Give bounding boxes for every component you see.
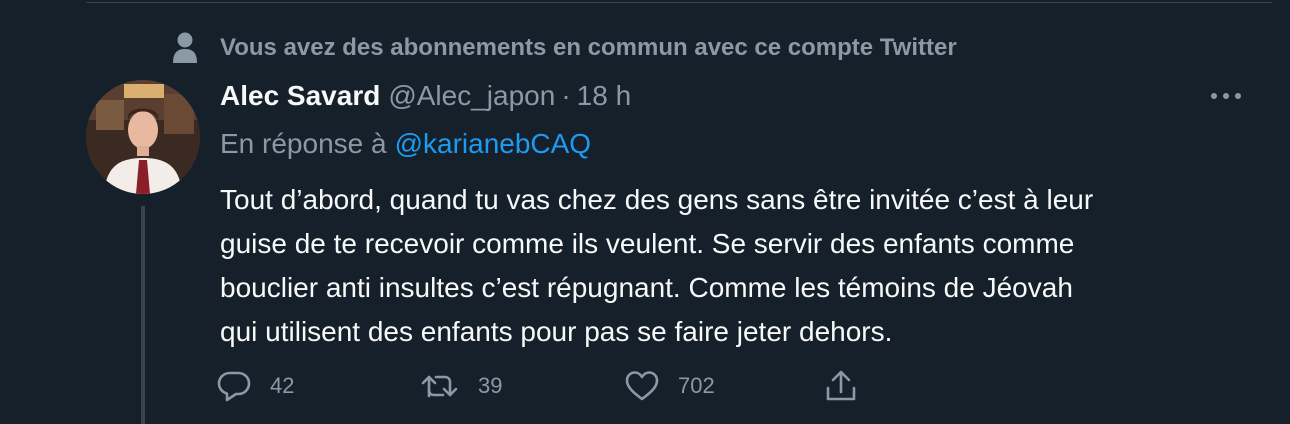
- share-button[interactable]: [824, 364, 858, 408]
- tweet-header: Alec Savard @Alec_japon · 18 h: [220, 76, 631, 116]
- reply-count: 42: [270, 373, 295, 398]
- reply-button[interactable]: 42: [216, 364, 294, 408]
- tweet-text-line: qui utilisent des enfants pour pas se fa…: [220, 316, 893, 347]
- thread-line: [141, 206, 145, 424]
- retweet-button[interactable]: 39: [420, 364, 502, 408]
- reply-icon: [217, 371, 251, 402]
- tweet-text: Tout d’abord, quand tu vas chez des gens…: [220, 178, 1250, 354]
- tweet-text-line: bouclier anti insultes c’est répugnant. …: [220, 272, 1073, 303]
- more-options-button[interactable]: [1206, 80, 1246, 112]
- separator-dot: ·: [561, 80, 571, 111]
- heart-icon: [625, 371, 659, 401]
- like-button[interactable]: 702: [624, 364, 715, 408]
- divider: [86, 2, 1272, 3]
- reply-mention-link[interactable]: @karianebCAQ: [395, 128, 592, 160]
- retweet-count: 39: [478, 373, 503, 398]
- author-handle[interactable]: @Alec_japon: [388, 80, 555, 112]
- social-context-text: Vous avez des abonnements en commun avec…: [220, 34, 957, 61]
- avatar[interactable]: [86, 80, 200, 194]
- tweet-text-line: Tout d’abord, quand tu vas chez des gens…: [220, 184, 1094, 215]
- person-icon: [168, 31, 202, 65]
- tweet-actions: 42 39 702: [216, 364, 876, 408]
- reply-context: En réponse à @karianebCAQ: [220, 124, 591, 164]
- tweet-text-line: guise de te recevoir comme ils veulent. …: [220, 228, 1075, 259]
- like-count: 702: [678, 373, 715, 398]
- tweet-container[interactable]: Vous avez des abonnements en commun avec…: [0, 0, 1290, 424]
- more-dots-icon: [1211, 93, 1241, 99]
- share-icon: [826, 370, 856, 401]
- author-display-name[interactable]: Alec Savard: [220, 80, 380, 112]
- tweet-timestamp[interactable]: 18 h: [577, 80, 632, 112]
- retweet-icon: [421, 375, 458, 398]
- reply-prefix: En réponse à: [220, 128, 387, 159]
- social-context: Vous avez des abonnements en commun avec…: [168, 30, 957, 66]
